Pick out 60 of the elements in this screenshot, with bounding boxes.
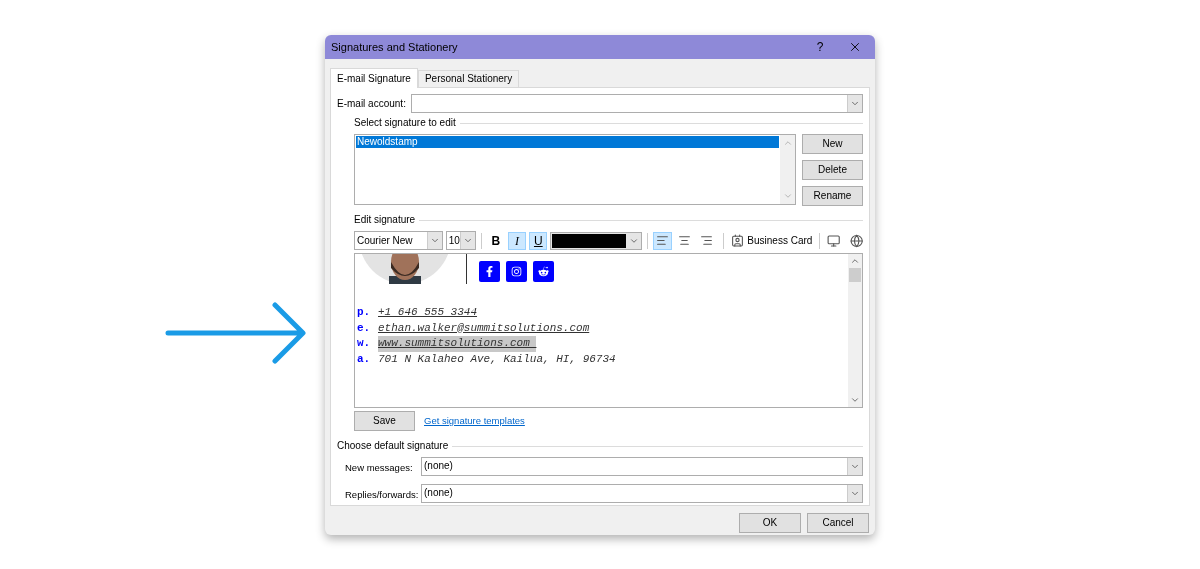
field-label: New messages: [345, 462, 413, 473]
format-button[interactable]: U [529, 231, 548, 250]
contact-value: 701 N Kalaheo Ave, Kailua, HI, 96734 [378, 351, 616, 367]
dialog-button[interactable]: Cancel [807, 513, 869, 533]
contact-value: ethan.walker@summitsolutions.com [378, 320, 590, 336]
list-item[interactable]: Newoldstamp [356, 136, 779, 148]
picture-insert-icon[interactable] [827, 233, 841, 248]
signature-editor[interactable]: p. +1 646 555 3344 e. ethan.walker@summitsolutions.com w. www.summitsolutions.com a. 701 N Kalaheo Ave, Kailua, HI, 96734 [354, 253, 863, 408]
scrollbar[interactable] [780, 135, 795, 204]
reddit-icon[interactable] [533, 261, 554, 282]
format-button[interactable]: B [486, 231, 505, 250]
dropdown-icon [459, 232, 475, 249]
templates-link[interactable]: Get signature templates [424, 413, 525, 429]
contact-prefix: a. [357, 351, 372, 367]
format-button[interactable]: I [508, 231, 527, 250]
contact-prefix: w. [357, 336, 372, 351]
size-dropdown[interactable]: 10 [445, 231, 476, 250]
color-dropdown[interactable] [550, 231, 642, 250]
scroll-up-icon [850, 256, 860, 266]
card-icon [731, 234, 745, 247]
contact-prefix: p. [357, 305, 372, 320]
contact-value: +1 646 555 3344 [378, 305, 478, 320]
dialog-button[interactable]: OK [739, 513, 801, 533]
instagram-icon[interactable] [506, 261, 527, 282]
scroll-down-icon [850, 395, 860, 405]
signature-dropdown[interactable]: (none) [421, 456, 863, 476]
dropdown-icon [847, 457, 862, 475]
section-heading: Select signature to edit [354, 118, 456, 128]
align-right-icon [700, 234, 714, 247]
section-heading: Edit signature [354, 215, 416, 225]
window-title: Signatures and Stationery [331, 39, 459, 55]
contact-value: www.summitsolutions.com [378, 336, 537, 352]
field-label: Replies/forwards: [345, 489, 419, 500]
tab[interactable]: E-mail Signature [330, 68, 418, 88]
dropdown-icon [847, 95, 862, 112]
signature-button[interactable]: New [802, 134, 863, 154]
contact-prefix: e. [357, 320, 372, 336]
align-left-icon [656, 234, 669, 247]
scroll-up-icon [782, 138, 793, 148]
font-dropdown[interactable]: Courier New [354, 231, 443, 250]
dropdown-icon [847, 484, 862, 502]
facebook-icon[interactable] [479, 261, 500, 282]
align-button[interactable] [652, 231, 673, 250]
field-label: E-mail account: [337, 97, 407, 111]
close-icon [848, 40, 862, 54]
business-card-button[interactable]: Business Card [731, 231, 813, 250]
scrollbar[interactable] [848, 254, 862, 407]
align-center-icon [678, 234, 692, 247]
section-heading: Choose default signature [337, 441, 449, 451]
arrow-icon [165, 301, 307, 365]
signature-button[interactable]: Rename [802, 186, 863, 206]
dropdown-icon [426, 232, 442, 249]
help-button[interactable]: ? [805, 38, 835, 56]
scroll-thumb[interactable] [849, 268, 861, 282]
signature-dropdown[interactable]: (none) [421, 483, 863, 503]
signature-button[interactable]: Delete [802, 160, 863, 180]
hyperlink-icon[interactable] [849, 233, 864, 248]
scroll-down-icon [782, 191, 793, 201]
tab[interactable]: Personal Stationery [417, 70, 520, 87]
save-button[interactable]: Save [354, 411, 415, 431]
